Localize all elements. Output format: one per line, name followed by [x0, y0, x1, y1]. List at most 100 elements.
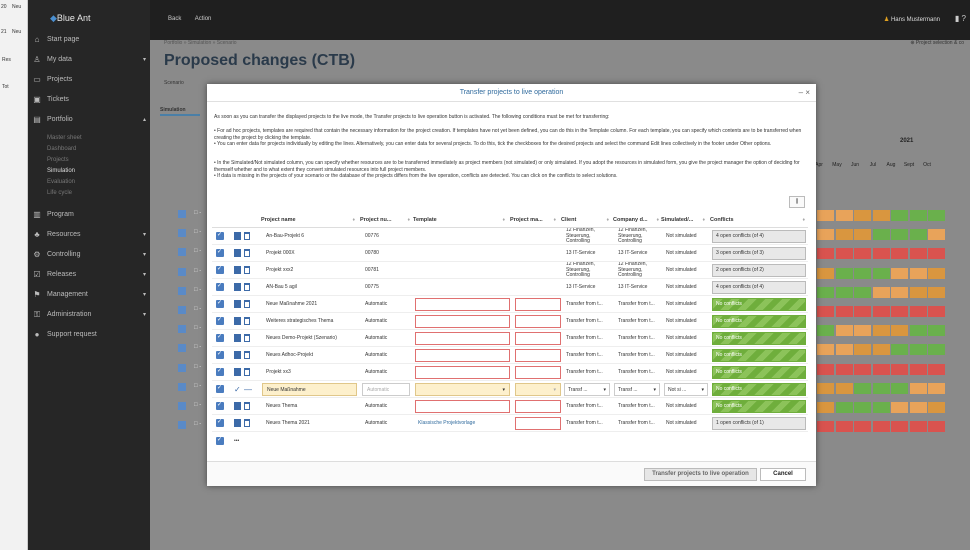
edit-icon[interactable]: [234, 419, 241, 427]
sidebar-item-start-page[interactable]: ⌂ Start page: [28, 30, 150, 50]
row-checkbox[interactable]: [216, 436, 224, 445]
conflicts-badge[interactable]: No conflicts: [712, 366, 806, 379]
project-manager-input[interactable]: [515, 332, 561, 345]
conflicts-badge[interactable]: 4 open conflicts (of 4): [712, 281, 806, 294]
tab-simulation[interactable]: Simulation: [160, 104, 200, 116]
delete-icon[interactable]: [244, 402, 250, 410]
edit-icon[interactable]: [234, 300, 241, 308]
project-manager-input[interactable]: [515, 400, 561, 413]
conflicts-badge[interactable]: 2 open conflicts (of 2): [712, 264, 806, 277]
bg-checkbox[interactable]: [178, 306, 186, 314]
conflicts-badge[interactable]: No conflicts: [712, 400, 806, 413]
row-checkbox[interactable]: [216, 316, 224, 325]
cancel-button[interactable]: Cancel: [760, 468, 806, 481]
app-logo[interactable]: ◆Blue Ant: [50, 13, 90, 24]
bg-checkbox[interactable]: [178, 421, 186, 430]
template-input[interactable]: [415, 298, 510, 311]
col-company[interactable]: Company d... ♦: [613, 212, 659, 228]
row-checkbox[interactable]: [216, 384, 224, 393]
project-manager-input[interactable]: [515, 366, 561, 379]
sidebar-item-program[interactable]: ▥ Program: [28, 205, 150, 225]
row-checkbox[interactable]: [216, 299, 224, 308]
confirm-icon[interactable]: ✓: [234, 381, 241, 398]
table-row[interactable]: Neues Demo-Projekt (Szenario) Automatic Tr…: [212, 330, 808, 347]
bg-checkbox[interactable]: [178, 267, 186, 276]
col-conflicts[interactable]: Conflicts ♦: [710, 212, 805, 228]
col-client[interactable]: Client ♦: [561, 212, 609, 228]
project-manager-input[interactable]: [515, 298, 561, 311]
sidebar-item-my-data[interactable]: ♙ My data ▾: [28, 50, 150, 70]
table-row[interactable]: Neue Maßnahme 2021 Automatic Transfer from…: [212, 296, 808, 313]
delete-icon[interactable]: [244, 419, 250, 427]
col-template[interactable]: Template ♦: [413, 212, 505, 228]
submenu-item[interactable]: Life cycle: [28, 188, 150, 199]
delete-icon[interactable]: [244, 249, 250, 257]
conflicts-badge[interactable]: 4 open conflicts (of 4): [712, 230, 806, 243]
discard-icon[interactable]: —: [244, 381, 252, 398]
template-input[interactable]: [415, 315, 510, 328]
bg-checkbox[interactable]: [178, 325, 186, 334]
table-row[interactable]: Projekt xxx2 00781 12 Finanzen, Steuerung,…: [212, 262, 808, 279]
row-checkbox[interactable]: [216, 333, 224, 342]
delete-icon[interactable]: [244, 317, 250, 325]
template-input[interactable]: [415, 332, 510, 345]
bg-checkbox[interactable]: [178, 210, 186, 218]
delete-icon[interactable]: [244, 368, 250, 376]
template-select[interactable]: ▾: [415, 383, 510, 396]
project-manager-input[interactable]: [515, 315, 561, 328]
conflicts-badge[interactable]: No conflicts: [712, 332, 806, 345]
table-row[interactable]: Neues Thema 2021 Automatic Klassische Proj…: [212, 415, 808, 432]
row-checkbox[interactable]: [216, 231, 224, 240]
col-simulated[interactable]: Simulated/... ♦: [661, 212, 705, 228]
sidebar-item-support-request[interactable]: ● Support request: [28, 325, 150, 345]
table-row[interactable]: Neues Thema Automatic Transfer from t... Tr…: [212, 398, 808, 415]
row-checkbox[interactable]: [216, 248, 224, 257]
project-manager-input[interactable]: [515, 349, 561, 362]
delete-icon[interactable]: [244, 351, 250, 359]
delete-icon[interactable]: [244, 334, 250, 342]
edit-icon[interactable]: [234, 266, 241, 274]
project-selection-link[interactable]: ⊕ Project selection & co: [910, 40, 964, 46]
table-row[interactable]: Weiteres strategisches Thema Automatic Tra…: [212, 313, 808, 330]
table-row[interactable]: AN-Bau 5 agil 00775 13 IT-Service 13 IT-Ser…: [212, 279, 808, 296]
sidebar-item-tickets[interactable]: ▣ Tickets: [28, 90, 150, 110]
bg-checkbox[interactable]: [178, 286, 186, 295]
conflicts-badge[interactable]: 3 open conflicts (of 3): [712, 247, 806, 260]
submenu-item[interactable]: Evaluation: [28, 177, 150, 188]
delete-icon[interactable]: [244, 300, 250, 308]
bg-checkbox[interactable]: [178, 382, 186, 391]
delete-icon[interactable]: [244, 283, 250, 291]
column-chooser-icon[interactable]: ⫼: [789, 196, 805, 208]
submenu-item[interactable]: Projects: [28, 155, 150, 166]
template-link[interactable]: Klassische Projektvorlage: [418, 415, 510, 432]
row-checkbox[interactable]: [216, 418, 224, 427]
edit-icon[interactable]: [234, 334, 241, 342]
back-link[interactable]: Back: [168, 16, 181, 22]
conflicts-badge[interactable]: No conflicts: [712, 298, 806, 311]
project-number-input[interactable]: Automatic: [362, 383, 410, 396]
edit-icon[interactable]: [234, 283, 241, 291]
template-input[interactable]: [415, 366, 510, 379]
table-row[interactable]: Projekt xx3 Automatic Transfer from t... Tr…: [212, 364, 808, 381]
more-options-icon[interactable]: •••: [234, 433, 239, 450]
table-row[interactable]: Projekt 000X 00780 13 IT-Service 13 IT-Serv…: [212, 245, 808, 262]
submenu-item[interactable]: Simulation: [28, 166, 150, 177]
project-name-input[interactable]: Neue Maßnahme: [262, 383, 357, 396]
edit-icon[interactable]: [234, 402, 241, 410]
breadcrumb[interactable]: Portfolio » Simulation » Scenario: [164, 40, 237, 46]
bg-checkbox[interactable]: [178, 402, 186, 410]
bg-checkbox[interactable]: [178, 344, 186, 353]
bg-checkbox[interactable]: [178, 363, 186, 372]
col-project-manager[interactable]: Project ma... ♦: [510, 212, 556, 228]
sidebar-item-administration[interactable]: ⚿ Administration ▾: [28, 305, 150, 325]
template-input[interactable]: [415, 349, 510, 362]
col-project-name[interactable]: Project name ♦: [261, 212, 355, 228]
sidebar-item-management[interactable]: ⚑ Management ▾: [28, 285, 150, 305]
edit-icon[interactable]: [234, 317, 241, 325]
template-input[interactable]: [415, 400, 510, 413]
delete-icon[interactable]: [244, 232, 250, 240]
conflicts-badge[interactable]: No conflicts: [712, 315, 806, 328]
user-name[interactable]: ♟ Hans Mustermann: [884, 16, 940, 23]
row-checkbox[interactable]: [216, 350, 224, 359]
table-row[interactable]: Neues Adhoc-Projekt Automatic Transfer fro…: [212, 347, 808, 364]
